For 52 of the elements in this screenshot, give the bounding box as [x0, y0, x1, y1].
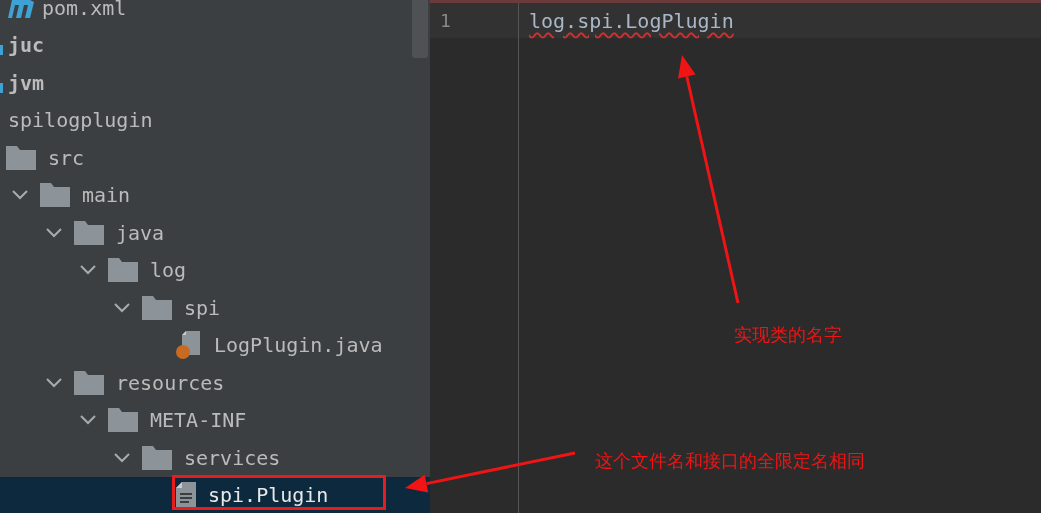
folder-icon: [74, 370, 104, 395]
chevron-down-icon[interactable]: [12, 190, 28, 201]
folder-icon: [74, 220, 104, 245]
tree-item-label: java: [116, 219, 165, 247]
module-marker: [0, 82, 3, 93]
tree-item-label: juc: [8, 32, 45, 60]
folder-icon: [40, 183, 70, 208]
annotation-text: 这个文件名和接口的全限定名相同: [595, 449, 865, 473]
tree-item[interactable]: log: [0, 251, 430, 289]
tree-item-label: spi.Plugin: [208, 482, 329, 510]
tree-item-label: resources: [116, 369, 225, 397]
folder-icon: [142, 445, 172, 470]
tree-item[interactable]: spilogplugin: [0, 101, 430, 139]
folder-icon: [108, 408, 138, 433]
tree-item[interactable]: java: [0, 214, 430, 252]
folder-icon: [142, 295, 172, 320]
tree-item[interactable]: services: [0, 439, 430, 477]
java-file-icon: [176, 331, 202, 360]
tree-item-label: log: [150, 257, 187, 285]
text-file-icon: [176, 482, 196, 509]
tree-item[interactable]: META-INF: [0, 401, 430, 439]
tree-item-label: spi: [184, 294, 221, 322]
tree-item-label: main: [82, 182, 131, 210]
tree-item[interactable]: LogPlugin.java: [0, 326, 430, 364]
folder-icon: [108, 258, 138, 283]
module-marker: [0, 45, 3, 55]
tree-item-label: pom.xml: [42, 0, 127, 22]
chevron-down-icon[interactable]: [114, 302, 130, 313]
tree-item[interactable]: spi: [0, 289, 430, 327]
chevron-down-icon[interactable]: [46, 377, 62, 388]
maven-icon: [6, 0, 34, 18]
tree-item[interactable]: spi.Plugin: [0, 476, 430, 513]
tree-item-label: services: [184, 444, 281, 472]
tree-item[interactable]: main: [0, 176, 430, 214]
tree-item-label: spilogplugin: [8, 107, 153, 135]
folder-icon: [6, 145, 36, 170]
chevron-down-icon[interactable]: [80, 415, 96, 426]
tree-item[interactable]: pom.xml: [0, 0, 430, 27]
tree-item[interactable]: resources: [0, 364, 430, 402]
chevron-down-icon[interactable]: [114, 452, 130, 463]
code-line: log.spi.LogPlugin: [529, 7, 734, 35]
chevron-down-icon[interactable]: [80, 265, 96, 276]
tree-item-label: jvm: [8, 69, 45, 97]
tree-item-label: META-INF: [150, 407, 247, 435]
tree-item-label: src: [48, 144, 85, 172]
tree-item-label: LogPlugin.java: [214, 332, 383, 360]
line-number: 1: [440, 9, 451, 33]
annotation-text: 实现类的名字: [734, 323, 842, 347]
chevron-down-icon[interactable]: [46, 227, 62, 238]
tree-item[interactable]: src: [0, 139, 430, 177]
tree-item[interactable]: jvm: [0, 64, 430, 102]
tree-item[interactable]: juc: [0, 26, 430, 64]
